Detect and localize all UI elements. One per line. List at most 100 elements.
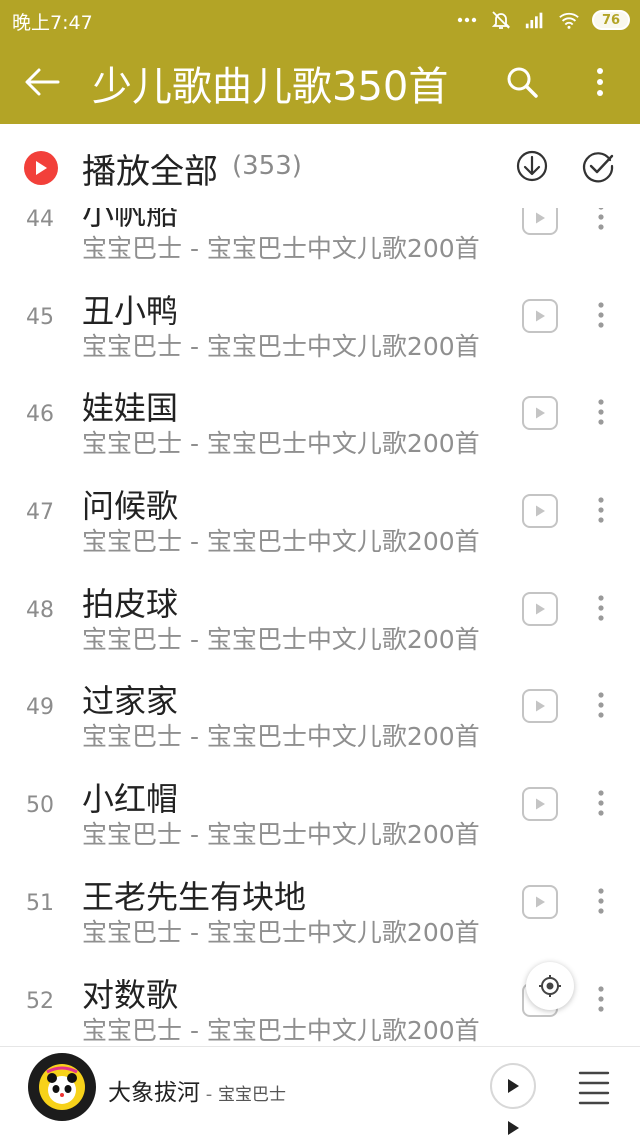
- song-subtitle: 宝宝巴士 - 宝宝巴士中文儿歌200首: [82, 527, 480, 557]
- more-vertical-icon: [598, 790, 604, 816]
- more-vertical-icon: [598, 595, 604, 621]
- song-row-46[interactable]: 46 娃娃国 宝宝巴士 - 宝宝巴士中文儿歌200首: [0, 363, 640, 461]
- play-icon: [536, 896, 545, 908]
- song-title: 小红帽: [82, 780, 179, 819]
- play-icon: [508, 1121, 519, 1135]
- search-icon: [507, 67, 538, 98]
- status-icons: 76: [456, 6, 630, 34]
- more-vertical-icon: [598, 985, 604, 1012]
- mini-player[interactable]: 大象拔河 - 宝宝巴士: [0, 1046, 640, 1138]
- song-more-button[interactable]: [588, 783, 614, 823]
- play-all-row[interactable]: 播放全部 (353): [0, 124, 640, 208]
- app-bar: 少儿歌曲儿歌350首: [0, 40, 640, 124]
- dots-icon: [456, 9, 478, 31]
- more-vertical-icon: [598, 497, 604, 523]
- mv-button[interactable]: [522, 689, 558, 724]
- multiselect-button[interactable]: [578, 146, 618, 186]
- song-more-button[interactable]: [588, 588, 614, 628]
- locate-icon: [539, 975, 561, 997]
- play-icon: [536, 407, 545, 419]
- now-playing[interactable]: 大象拔河 - 宝宝巴士: [108, 1073, 286, 1107]
- song-index: 46: [26, 402, 54, 428]
- song-title: 丑小鸭: [82, 291, 179, 330]
- mv-button[interactable]: [522, 396, 558, 431]
- mv-button[interactable]: [522, 884, 558, 919]
- more-vertical-icon: [597, 68, 603, 96]
- song-row-50[interactable]: 50 小红帽 宝宝巴士 - 宝宝巴士中文儿歌200首: [0, 754, 640, 852]
- song-index: 47: [26, 500, 54, 526]
- song-subtitle: 宝宝巴士 - 宝宝巴士中文儿歌200首: [82, 331, 480, 361]
- song-title: 拍皮球: [82, 584, 179, 623]
- download-button[interactable]: [512, 146, 552, 186]
- search-button[interactable]: [498, 58, 546, 106]
- song-index: 52: [26, 988, 54, 1014]
- play-icon: [508, 1079, 519, 1093]
- play-icon: [536, 603, 545, 615]
- song-list-inner: 44 小帆船 宝宝巴士 - 宝宝巴士中文儿歌200首 45 丑小鸭 宝宝巴士 -…: [0, 208, 640, 1046]
- song-subtitle: 宝宝巴士 - 宝宝巴士中文儿歌200首: [82, 722, 480, 752]
- song-title: 王老先生有块地: [82, 877, 307, 916]
- song-subtitle: 宝宝巴士 - 宝宝巴士中文儿歌200首: [82, 820, 480, 850]
- song-more-button[interactable]: [588, 392, 614, 432]
- signal-icon: [524, 9, 546, 31]
- song-row-49[interactable]: 49 过家家 宝宝巴士 - 宝宝巴士中文儿歌200首: [0, 656, 640, 754]
- song-index: 48: [26, 597, 54, 623]
- play-icon: [536, 505, 545, 517]
- mv-button[interactable]: [522, 591, 558, 626]
- song-title: 过家家: [82, 682, 179, 721]
- now-playing-title: 大象拔河: [108, 1080, 200, 1106]
- back-button[interactable]: [18, 58, 66, 106]
- page-title: 少儿歌曲儿歌350首: [92, 64, 449, 110]
- song-more-button[interactable]: [588, 208, 614, 237]
- app-header: 晚上7:47 76 少儿歌曲儿歌350首: [0, 0, 640, 124]
- song-more-button[interactable]: [588, 685, 614, 725]
- song-title: 问候歌: [82, 487, 179, 526]
- song-index: 45: [26, 304, 54, 330]
- more-button[interactable]: [578, 58, 622, 106]
- song-list[interactable]: 44 小帆船 宝宝巴士 - 宝宝巴士中文儿歌200首 45 丑小鸭 宝宝巴士 -…: [0, 208, 640, 1046]
- song-index: 50: [26, 793, 54, 819]
- song-row-51[interactable]: 51 王老先生有块地 宝宝巴士 - 宝宝巴士中文儿歌200首: [0, 852, 640, 950]
- song-row-45[interactable]: 45 丑小鸭 宝宝巴士 - 宝宝巴士中文儿歌200首: [0, 266, 640, 364]
- song-more-button[interactable]: [588, 490, 614, 530]
- arrow-left-icon: [25, 68, 60, 96]
- song-row-44[interactable]: 44 小帆船 宝宝巴士 - 宝宝巴士中文儿歌200首: [0, 208, 640, 266]
- locate-current-button[interactable]: [526, 962, 574, 1010]
- player-play-icon-secondary: [500, 1117, 526, 1138]
- wifi-icon: [558, 9, 580, 31]
- play-icon: [536, 700, 545, 712]
- more-vertical-icon: [598, 399, 604, 425]
- mv-button[interactable]: [522, 298, 558, 333]
- song-index: 49: [26, 695, 54, 721]
- more-vertical-icon: [598, 692, 604, 719]
- playlist-button[interactable]: [576, 1067, 612, 1107]
- song-subtitle: 宝宝巴士 - 宝宝巴士中文儿歌200首: [82, 624, 480, 654]
- album-cover[interactable]: [28, 1053, 96, 1121]
- song-more-button[interactable]: [588, 295, 614, 335]
- status-bar: 晚上7:47 76: [0, 0, 640, 40]
- play-all-label[interactable]: 播放全部: [82, 144, 218, 193]
- status-time: 晚上7:47: [12, 12, 93, 34]
- play-icon: [536, 798, 545, 810]
- song-title: 对数歌: [82, 975, 179, 1014]
- play-circle-icon[interactable]: [24, 151, 58, 185]
- mv-button[interactable]: [522, 787, 558, 822]
- song-more-button[interactable]: [588, 881, 614, 921]
- check-circle-icon: [582, 152, 614, 183]
- play-icon: [536, 212, 545, 224]
- song-row-48[interactable]: 48 拍皮球 宝宝巴士 - 宝宝巴士中文儿歌200首: [0, 559, 640, 657]
- download-icon: [516, 150, 548, 182]
- player-play-button[interactable]: [490, 1063, 536, 1109]
- song-index: 44: [26, 208, 54, 232]
- mv-button[interactable]: [522, 208, 558, 235]
- song-subtitle: 宝宝巴士 - 宝宝巴士中文儿歌200首: [82, 917, 480, 947]
- song-count: (353): [232, 151, 302, 181]
- song-more-button[interactable]: [588, 979, 614, 1019]
- play-icon: [536, 310, 545, 322]
- mute-icon: [490, 9, 512, 31]
- panda-logo-icon: [39, 1064, 85, 1110]
- mv-button[interactable]: [522, 494, 558, 529]
- song-title: 娃娃国: [82, 389, 179, 428]
- song-row-47[interactable]: 47 问候歌 宝宝巴士 - 宝宝巴士中文儿歌200首: [0, 461, 640, 559]
- song-index: 51: [26, 890, 54, 916]
